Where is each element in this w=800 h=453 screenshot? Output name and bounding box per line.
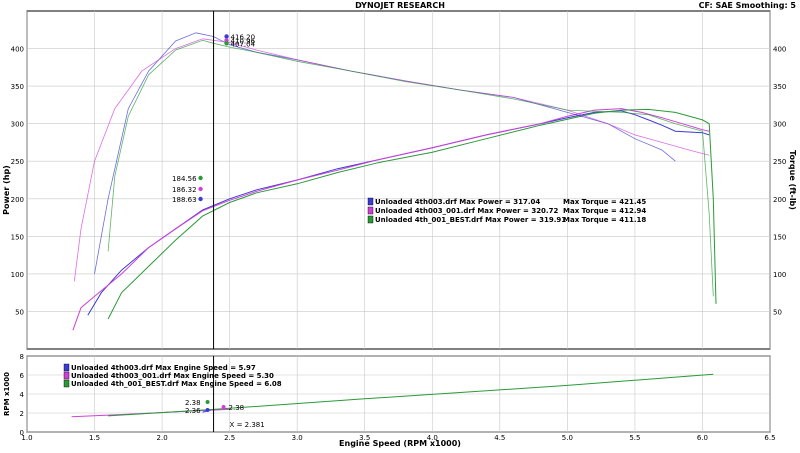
torque-y-tick-label: 400: [773, 46, 786, 54]
power-legend-label: Unloaded 4th003_001.drf Max Power = 320.…: [375, 207, 558, 215]
x-tick-label: 1.5: [89, 434, 100, 442]
torque-y-tick-label: 50: [773, 308, 782, 316]
x-tick-label: 3.0: [292, 434, 303, 442]
torque-y-tick-label: 100: [773, 271, 786, 279]
power-y-tick-label: 100: [11, 271, 24, 279]
power-y-tick-label: 50: [15, 308, 24, 316]
power-y-tick-label: 200: [11, 196, 24, 204]
power-cursor-marker: [198, 175, 203, 181]
torque-legend-label: Max Torque = 411.18: [563, 216, 646, 224]
rpm-cursor-marker: [205, 408, 210, 412]
rpm-cursor-value: 2.38: [229, 404, 245, 412]
torque-y-tick-label: 250: [773, 158, 786, 166]
rpm-y-tick-label: 4: [20, 391, 25, 399]
x-axis-label: Engine Speed (RPM x1000): [339, 439, 461, 448]
y-axis-label-torque: Torque (ft-lb): [788, 150, 797, 210]
text-layer: 50 50 100 100 150 150 200 200 250 250 300 300 350 350…: [11, 33, 787, 442]
report-title: DYNOJET RESEARCH: [355, 1, 445, 10]
cursor-x-label: X = 2.381: [230, 421, 265, 429]
rpm-y-tick-label: 8: [20, 353, 24, 361]
rpm-y-tick-label: 2: [20, 410, 24, 418]
y-axis-label-power: Power (hp): [2, 165, 11, 215]
torque-y-tick-label: 200: [773, 196, 786, 204]
power-legend-label: Unloaded 4th_001_BEST.drf Max Power = 31…: [375, 216, 566, 224]
rpm-legend-swatch: [63, 363, 70, 372]
power-y-tick-label: 300: [11, 121, 24, 129]
power-cursor-value: 186.32: [172, 186, 197, 194]
torque-y-tick-label: 300: [773, 121, 786, 129]
correction-settings: CF: SAE Smoothing: 5: [698, 1, 796, 10]
rpm-y-tick-label: 0: [20, 429, 24, 437]
rpm-cursor-value: 2.38: [185, 399, 201, 407]
power-y-tick-label: 250: [11, 158, 24, 166]
x-tick-label: 6.0: [697, 434, 708, 442]
power-plot-area: [26, 10, 771, 350]
rpm-legend-label: Unloaded 4th_001_BEST.drf Max Engine Spe…: [71, 380, 282, 388]
torque-cursor-value: 407.04: [231, 40, 256, 48]
power-y-tick-label: 400: [11, 46, 24, 54]
x-tick-label: 4.5: [494, 434, 505, 442]
dyno-charts: 50 50 100 100 150 150 200 200 250 250 300 300 350 350…: [2, 10, 797, 448]
torque-y-tick-label: 350: [773, 83, 786, 91]
power-cursor-value: 188.63: [172, 196, 197, 204]
power-series-line: [107, 39, 714, 297]
x-tick-label: 5.5: [629, 434, 640, 442]
rpm-cursor-marker: [221, 405, 226, 409]
rpm-legend-label: Unloaded 4th003_001.drf Max Engine Speed…: [71, 372, 274, 380]
power-legend-swatch: [367, 215, 374, 224]
power-cursor-marker: [198, 186, 203, 192]
y-axis-label-rpm: RPM x1000: [3, 372, 11, 416]
power-y-tick-label: 350: [11, 83, 24, 91]
rpm-cursor-marker: [205, 400, 210, 404]
rpm-cursor-value: 2.36: [185, 407, 201, 415]
power-y-tick-label: 150: [11, 233, 24, 241]
series-layer: [71, 32, 717, 418]
power-legend-swatch: [367, 197, 374, 206]
torque-legend-label: Max Torque = 421.45: [563, 198, 646, 206]
torque-cursor-marker: [224, 41, 229, 46]
rpm-legend-label: Unloaded 4th003.drf Max Engine Speed = 5…: [71, 364, 256, 372]
torque-cursor-marker: [224, 34, 229, 39]
rpm-legend-swatch: [63, 371, 70, 380]
x-tick-label: 2.0: [157, 434, 168, 442]
power-legend-swatch: [367, 206, 374, 215]
x-tick-label: 6.5: [764, 434, 775, 442]
torque-legend-label: Max Torque = 412.94: [563, 207, 646, 215]
x-tick-label: 5.0: [562, 434, 573, 442]
rpm-legend-swatch: [63, 379, 70, 388]
torque-y-tick-label: 150: [773, 233, 786, 241]
power-cursor-marker: [198, 196, 203, 202]
power-series-line: [94, 32, 676, 274]
x-tick-label: 2.5: [224, 434, 235, 442]
power-legend-label: Unloaded 4th003.drf Max Power = 317.04: [375, 198, 540, 206]
dyno-report: DYNOJET RESEARCH CF: SAE Smoothing: 5 50…: [0, 0, 800, 449]
rpm-y-tick-label: 6: [20, 372, 25, 380]
power-cursor-value: 184.56: [172, 175, 197, 183]
